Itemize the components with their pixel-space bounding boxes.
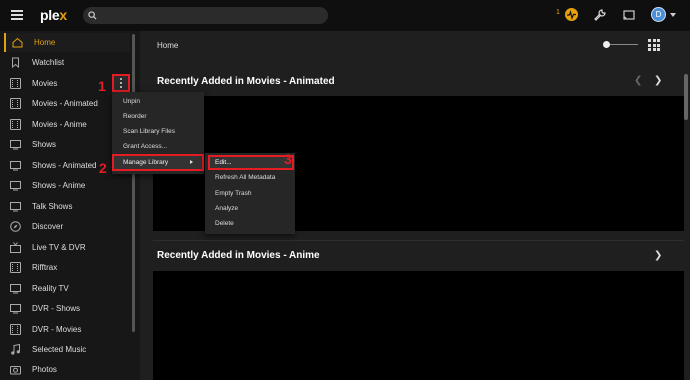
compass-icon (10, 221, 21, 232)
user-avatar[interactable]: D (651, 7, 666, 22)
step-label-1: 1 (98, 78, 106, 94)
film-icon (10, 119, 21, 130)
page-title: Home (157, 41, 179, 50)
sidebar-item-discover[interactable]: Discover (4, 217, 130, 236)
camera-icon (10, 366, 21, 375)
sidebar-item-selected-music[interactable]: Selected Music (4, 340, 130, 359)
menu-item-scan-library-files[interactable]: Scan Library Files (123, 128, 175, 135)
hamburger-menu-icon[interactable] (11, 10, 23, 20)
menu-item-refresh-all-metadata[interactable]: Refresh All Metadata (215, 174, 275, 181)
menu-item-reorder[interactable]: Reorder (123, 113, 146, 120)
music-note-icon (11, 344, 20, 355)
section-divider (153, 240, 684, 241)
sidebar-item-home[interactable]: Home (4, 33, 130, 52)
sidebar-item-dvr-shows[interactable]: DVR - Shows (4, 299, 130, 318)
submenu-arrow-icon (190, 160, 193, 164)
plex-logo[interactable]: plex (40, 7, 67, 23)
sidebar-item-talk-shows[interactable]: Talk Shows (4, 197, 130, 216)
menu-item-unpin[interactable]: Unpin (123, 98, 140, 105)
sidebar-item-live-tv[interactable]: Live TV & DVR (4, 238, 130, 257)
next-arrow-icon[interactable]: ❯ (654, 250, 662, 261)
next-arrow-icon[interactable]: ❯ (654, 75, 662, 86)
step-label-3: 3 (284, 151, 292, 167)
tv-icon (10, 202, 21, 212)
search-icon (88, 11, 97, 20)
home-icon (12, 37, 23, 48)
main-scrollbar[interactable] (684, 74, 688, 120)
sidebar-item-shows-anime[interactable]: Shows - Anime (4, 176, 130, 195)
step-label-2: 2 (99, 160, 107, 176)
sidebar-item-rifftrax[interactable]: Rifftrax (4, 258, 130, 277)
film-icon (10, 78, 21, 89)
prev-arrow-icon[interactable]: ❮ (634, 75, 642, 86)
antenna-tv-icon (10, 242, 21, 253)
tv-icon (10, 181, 21, 191)
activity-count: 1 (556, 9, 560, 16)
sidebar-item-reality-tv[interactable]: Reality TV (4, 279, 130, 298)
tv-icon (10, 304, 21, 314)
film-icon (10, 324, 21, 335)
menu-item-edit[interactable]: Edit... (208, 155, 294, 170)
bookmark-icon (12, 57, 19, 68)
menu-item-manage-library[interactable]: Manage Library (112, 154, 204, 171)
poster-row-movies-anime (153, 271, 684, 380)
tv-icon (10, 284, 21, 294)
library-more-options-button[interactable] (112, 74, 130, 92)
wrench-settings-icon[interactable] (593, 8, 607, 22)
menu-item-empty-trash[interactable]: Empty Trash (215, 190, 251, 197)
section-title-movies-animated[interactable]: Recently Added in Movies - Animated (157, 76, 335, 87)
poster-size-slider-knob[interactable] (603, 41, 610, 48)
grid-view-icon[interactable] (648, 39, 660, 51)
sidebar-item-watchlist[interactable]: Watchlist (4, 53, 130, 72)
account-dropdown-caret-icon[interactable] (670, 13, 676, 17)
film-icon (10, 98, 21, 109)
sidebar-item-photos[interactable]: Photos (4, 360, 130, 379)
sidebar-scrollbar[interactable] (132, 34, 135, 332)
menu-item-analyze[interactable]: Analyze (215, 205, 238, 212)
section-title-movies-anime[interactable]: Recently Added in Movies - Anime (157, 250, 320, 261)
activity-pulse-icon[interactable] (565, 8, 578, 21)
search-input[interactable] (83, 7, 328, 24)
top-bar: plex 1 D (0, 0, 690, 31)
menu-item-grant-access[interactable]: Grant Access... (123, 143, 167, 150)
cast-icon[interactable] (622, 8, 636, 22)
menu-item-delete[interactable]: Delete (215, 220, 234, 227)
film-icon (10, 262, 21, 273)
sidebar-item-dvr-movies[interactable]: DVR - Movies (4, 320, 130, 339)
tv-icon (10, 161, 21, 171)
tv-icon (10, 140, 21, 150)
